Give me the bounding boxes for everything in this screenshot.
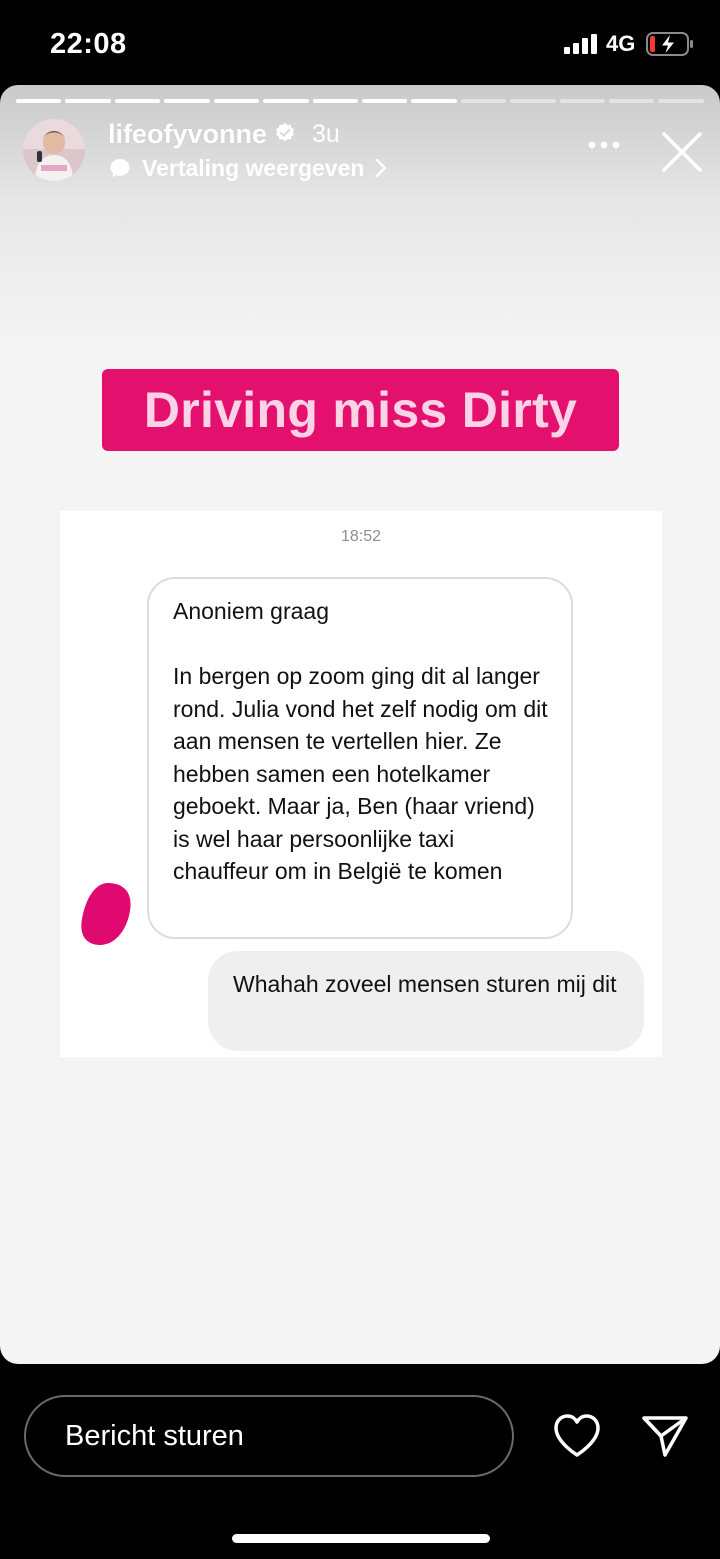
- story-progress: [16, 99, 704, 103]
- story-age: 3u: [312, 120, 340, 148]
- battery-charging-icon: [646, 32, 693, 56]
- signal-bars-icon: [564, 34, 597, 54]
- progress-segment: [263, 99, 309, 103]
- chevron-right-icon: [376, 158, 387, 178]
- story-username[interactable]: lifeofyvonne: [108, 119, 267, 150]
- sent-message-text: Whahah zoveel mensen sturen mij dit: [233, 971, 617, 997]
- story-card[interactable]: lifeofyvonne 3u Vertaling weergeven Driv…: [0, 85, 720, 1364]
- progress-segment: [510, 99, 556, 103]
- progress-segment: [312, 99, 358, 103]
- censor-blot: [81, 883, 131, 945]
- progress-segment: [65, 99, 111, 103]
- title-sticker: Driving miss Dirty: [102, 369, 619, 451]
- more-icon[interactable]: [584, 135, 624, 155]
- chat-timestamp: 18:52: [340, 528, 382, 545]
- received-message-bubble: Anoniem graag In bergen op zoom ging dit…: [147, 577, 573, 939]
- progress-segment: [361, 99, 408, 103]
- network-type: 4G: [606, 31, 636, 56]
- progress-segment: [460, 99, 507, 103]
- progress-segment: [213, 99, 260, 103]
- heart-icon[interactable]: [552, 1412, 602, 1460]
- status-time: 22:08: [50, 28, 127, 60]
- chat-screenshot: 18:52 Anoniem graag In bergen op zoom gi…: [60, 511, 662, 1057]
- avatar[interactable]: [23, 119, 85, 181]
- received-message-paragraph: Anoniem graag: [173, 598, 329, 624]
- bottom-bar: Bericht sturen: [0, 1364, 720, 1559]
- translate-link[interactable]: Vertaling weergeven: [108, 153, 388, 183]
- send-icon[interactable]: [640, 1412, 690, 1460]
- status-bar: 22:08 4G: [0, 0, 720, 85]
- verified-badge-icon: [275, 122, 295, 142]
- title-sticker-text: Driving miss Dirty: [143, 382, 578, 438]
- home-indicator[interactable]: [232, 1534, 490, 1543]
- message-input[interactable]: Bericht sturen: [24, 1395, 514, 1477]
- progress-segment: [658, 99, 704, 103]
- progress-segment: [411, 99, 457, 103]
- sent-message-bubble: Whahah zoveel mensen sturen mij dit: [208, 951, 644, 1051]
- translate-label: Vertaling weergeven: [142, 154, 365, 181]
- received-message-paragraph: In bergen op zoom ging dit al langer ron…: [173, 663, 548, 884]
- received-message-text: Anoniem graag In bergen op zoom ging dit…: [173, 595, 553, 888]
- progress-segment: [164, 99, 210, 103]
- speech-bubble-icon: [110, 159, 130, 177]
- progress-segment: [114, 99, 161, 103]
- progress-segment: [559, 99, 606, 103]
- progress-segment: [609, 99, 655, 103]
- progress-segment: [16, 99, 62, 103]
- close-icon[interactable]: [660, 130, 704, 174]
